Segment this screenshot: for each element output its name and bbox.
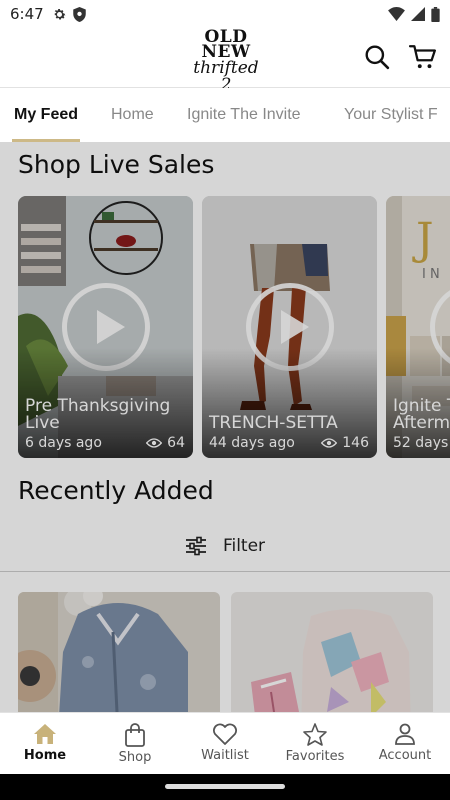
- view-count: 146: [342, 435, 369, 451]
- category-tabs: My Feed Home Ignite The Invite Your Styl…: [0, 88, 450, 142]
- shopping-bag-icon: [125, 723, 145, 747]
- tab-ignite-the-invite[interactable]: Ignite The Invite: [187, 88, 301, 142]
- product-card[interactable]: [231, 592, 433, 712]
- nav-account[interactable]: Account: [360, 713, 450, 774]
- search-icon: [365, 45, 390, 70]
- cart-icon: [409, 45, 436, 69]
- eye-icon: [146, 438, 163, 448]
- tab-my-feed[interactable]: My Feed: [11, 88, 81, 142]
- product-card[interactable]: [18, 592, 220, 712]
- nav-home[interactable]: Home: [0, 713, 90, 774]
- system-nav-bar: [0, 774, 450, 800]
- filter-sliders-icon: [185, 536, 206, 555]
- live-sale-title: TRENCH-SETTA: [209, 413, 338, 433]
- brand-logo[interactable]: OLD NEW thrifted 2: [186, 29, 266, 94]
- person-icon: [395, 723, 415, 745]
- shop-live-sales-heading: Shop Live Sales: [18, 150, 215, 179]
- live-sales-carousel[interactable]: Pre Thanksgiving Live 6 days ago 64 TREN…: [18, 196, 450, 458]
- app-header: OLD NEW thrifted 2: [0, 28, 450, 94]
- eye-icon: [321, 438, 338, 448]
- bottom-navigation: Home Shop Waitlist Favorites Account: [0, 712, 450, 774]
- nav-shop[interactable]: Shop: [90, 713, 180, 774]
- battery-icon: [431, 6, 440, 22]
- svg-text:I N: I N: [422, 267, 440, 282]
- live-sale-title: Ignite T Afterm: [393, 396, 450, 433]
- live-sale-card[interactable]: J I N Ignite T Afterm 52 days: [386, 196, 450, 458]
- star-icon: [303, 723, 327, 746]
- nav-favorites[interactable]: Favorites: [270, 713, 360, 774]
- status-time: 6:47: [10, 5, 44, 23]
- filter-button[interactable]: Filter: [0, 520, 450, 572]
- recently-added-heading: Recently Added: [18, 476, 214, 505]
- shield-app-icon: [72, 6, 86, 22]
- app-screen: 6:47 OLD NEW thrifted 2 My Feed Home Ign…: [0, 0, 450, 800]
- nav-waitlist[interactable]: Waitlist: [180, 713, 270, 774]
- feed-content: Shop Live Sales Pre Thanksgiving Live 6 …: [0, 142, 450, 712]
- live-sale-card[interactable]: TRENCH-SETTA 44 days ago 146: [202, 196, 377, 458]
- wifi-icon: [388, 7, 405, 21]
- heart-icon: [213, 723, 237, 745]
- cart-button[interactable]: [408, 42, 438, 72]
- cell-signal-icon: [411, 7, 425, 21]
- live-sale-title: Pre Thanksgiving Live: [25, 396, 171, 433]
- view-count: 64: [167, 435, 185, 451]
- settings-gear-icon: [54, 8, 66, 19]
- search-button[interactable]: [362, 42, 392, 72]
- home-gesture-pill[interactable]: [165, 784, 285, 789]
- tab-home[interactable]: Home: [111, 88, 154, 142]
- live-sale-card[interactable]: Pre Thanksgiving Live 6 days ago 64: [18, 196, 193, 458]
- product-image: [231, 592, 433, 712]
- live-sale-age: 44 days ago: [209, 435, 295, 451]
- filter-label: Filter: [222, 535, 266, 556]
- svg-text:J: J: [412, 214, 434, 265]
- tab-your-stylist[interactable]: Your Stylist F: [344, 88, 438, 142]
- home-icon: [34, 724, 56, 744]
- product-image: [18, 592, 220, 712]
- live-sale-age: 6 days ago: [25, 435, 102, 451]
- live-sale-age: 52 days: [393, 435, 449, 451]
- recently-added-grid: [18, 592, 433, 712]
- status-bar: 6:47: [0, 0, 450, 28]
